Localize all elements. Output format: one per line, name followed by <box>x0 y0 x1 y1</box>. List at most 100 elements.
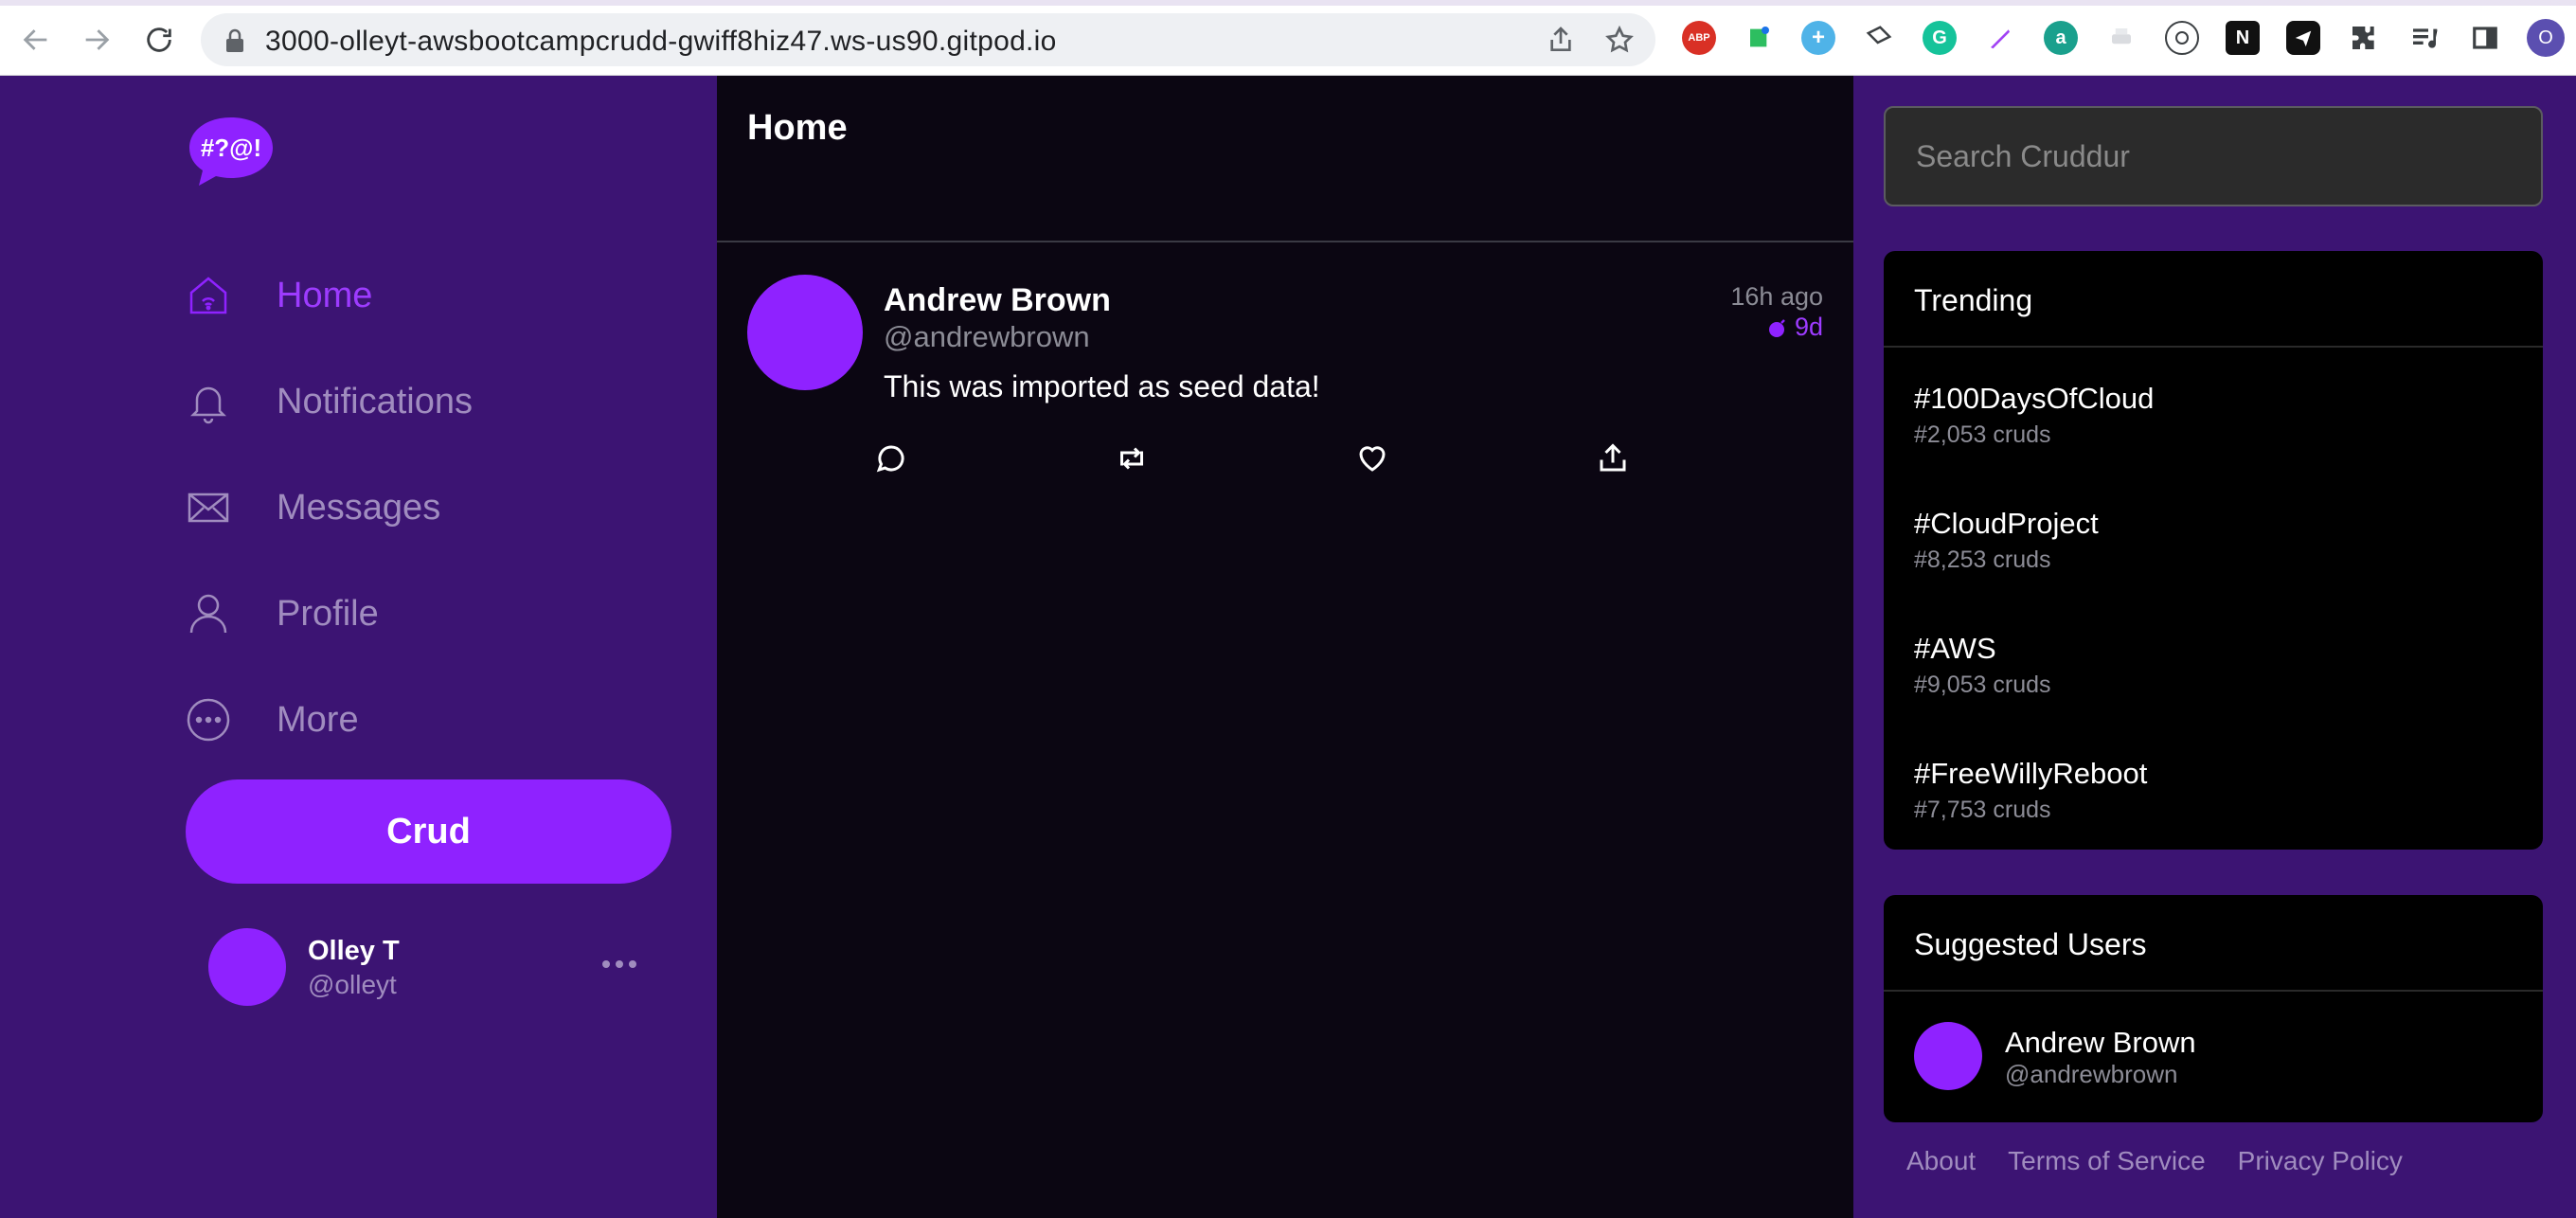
printer-extension-icon[interactable] <box>2104 21 2138 55</box>
side-panel-icon <box>2473 27 2497 49</box>
nav-profile[interactable]: Profile <box>186 583 659 644</box>
post-handle[interactable]: @andrewbrown <box>884 320 1090 354</box>
share-button[interactable] <box>1594 439 1632 477</box>
flower-icon <box>2175 31 2189 45</box>
trend-tag: #AWS <box>1914 632 1996 665</box>
about-link[interactable]: About <box>1906 1146 1976 1176</box>
privacy-link[interactable]: Privacy Policy <box>2238 1146 2403 1176</box>
post-message: This was imported as seed data! <box>884 369 1320 403</box>
envelope-icon <box>188 493 229 523</box>
pen-icon <box>1991 29 2010 49</box>
search-input[interactable] <box>1884 106 2543 206</box>
post-display-name[interactable]: Andrew Brown <box>884 282 1111 319</box>
nav-messages[interactable]: Messages <box>186 477 659 538</box>
a-extension-icon[interactable]: a <box>2044 21 2078 55</box>
pen-extension-icon[interactable] <box>1983 21 2017 55</box>
arrow-left-icon <box>23 29 47 50</box>
more-dots-icon[interactable] <box>599 955 640 974</box>
adblock-extension-icon[interactable]: ABP <box>1682 21 1716 55</box>
paper-plane-icon <box>2295 30 2312 47</box>
nav-messages-label: Messages <box>277 487 441 528</box>
side-panel-button[interactable] <box>2468 21 2502 55</box>
reload-icon <box>147 27 171 52</box>
reply-icon <box>876 445 904 473</box>
reply-button[interactable] <box>872 439 910 477</box>
trend-item[interactable]: #100DaysOfCloud #2,053 cruds <box>1914 382 2501 467</box>
activity-item[interactable]: Andrew Brown @andrewbrown This was impor… <box>717 242 1853 489</box>
url-text: 3000-olleyt-awsbootcampcrudd-gwiff8hiz47… <box>265 26 1057 57</box>
reload-button[interactable] <box>140 21 178 59</box>
share-icon <box>1600 443 1626 472</box>
nav-notifications[interactable]: Notifications <box>186 371 659 432</box>
avatar <box>208 928 286 1006</box>
send-extension-icon[interactable] <box>2286 21 2320 55</box>
trend-item[interactable]: #AWS #9,053 cruds <box>1914 632 2501 717</box>
bell-icon <box>189 386 227 424</box>
logo-text: #?@! <box>201 134 261 162</box>
current-user-handle: @olleyt <box>308 970 397 999</box>
ticket-icon <box>1866 26 1892 45</box>
plus-extension-icon[interactable]: + <box>1801 21 1835 55</box>
nav-profile-label: Profile <box>277 593 379 634</box>
tab-strip-edge <box>0 0 2576 6</box>
bomb-icon <box>1768 318 1785 337</box>
trend-count: #2,053 cruds <box>1914 421 2051 448</box>
repost-button[interactable] <box>1113 439 1151 477</box>
terms-link[interactable]: Terms of Service <box>2008 1146 2206 1176</box>
crud-button[interactable]: Crud <box>186 779 671 884</box>
grammarly-extension-icon[interactable]: G <box>1923 21 1957 55</box>
trending-box: Trending #100DaysOfCloud #2,053 cruds #C… <box>1884 251 2543 850</box>
openai-extension-icon[interactable] <box>2165 21 2199 55</box>
trend-count: #7,753 cruds <box>1914 797 2051 823</box>
left-sidebar: #?@! Home Notifications Messages Profile… <box>0 76 717 1218</box>
trending-title: Trending <box>1884 251 2543 348</box>
media-control-button[interactable] <box>2407 21 2442 55</box>
suggested-user-name: Andrew Brown <box>2005 1026 2196 1059</box>
cruddur-logo[interactable]: #?@! <box>186 114 277 189</box>
notion-extension-icon[interactable]: N <box>2226 21 2260 55</box>
trend-tag: #FreeWillyReboot <box>1914 757 2148 790</box>
current-user-card[interactable]: Olley T @olleyt <box>208 928 653 1008</box>
nav-notifications-label: Notifications <box>277 381 473 421</box>
post-expires-text: 9d <box>1794 313 1823 341</box>
trend-count: #8,253 cruds <box>1914 546 2051 573</box>
browser-toolbar: 3000-olleyt-awsbootcampcrudd-gwiff8hiz47… <box>0 0 2576 76</box>
puzzle-icon <box>2352 27 2374 49</box>
like-button[interactable] <box>1353 439 1391 477</box>
page-title: Home <box>747 108 848 148</box>
arrow-right-icon <box>85 29 110 50</box>
trend-count: #9,053 cruds <box>1914 672 2051 698</box>
printer-icon <box>2112 28 2131 45</box>
playlist-icon <box>2413 28 2438 48</box>
forward-button[interactable] <box>78 21 116 59</box>
suggested-user[interactable]: Andrew Brown @andrewbrown <box>1914 1022 2501 1090</box>
extensions-button[interactable] <box>2347 21 2381 55</box>
back-button[interactable] <box>17 21 55 59</box>
ticket-extension-icon[interactable] <box>1862 21 1896 55</box>
current-user-name: Olley T <box>308 936 400 966</box>
nav-more[interactable]: More <box>186 690 659 750</box>
more-circle-icon <box>187 698 230 742</box>
post-created-time: 16h ago <box>1730 282 1823 311</box>
trend-item[interactable]: #CloudProject #8,253 cruds <box>1914 507 2501 592</box>
share-icon[interactable] <box>1546 25 1576 55</box>
avatar[interactable] <box>747 275 863 390</box>
feed-header: Home <box>717 76 1853 242</box>
trend-tag: #CloudProject <box>1914 507 2099 540</box>
profile-avatar[interactable]: O <box>2527 19 2565 57</box>
post-expires: 9d <box>1766 313 1823 342</box>
nav-home-label: Home <box>277 275 373 315</box>
right-rail: Trending #100DaysOfCloud #2,053 cruds #C… <box>1853 76 2576 1218</box>
address-bar[interactable]: 3000-olleyt-awsbootcampcrudd-gwiff8hiz47… <box>201 13 1655 66</box>
avatar <box>1914 1022 1982 1090</box>
evernote-extension-icon[interactable] <box>1741 21 1775 55</box>
nav-home[interactable]: Home <box>186 265 659 326</box>
evernote-icon <box>1750 27 1769 47</box>
repost-icon <box>1120 447 1143 470</box>
main-feed: Home Andrew Brown @andrewbrown This was … <box>717 76 1853 1218</box>
suggested-user-handle: @andrewbrown <box>2005 1060 2178 1088</box>
trend-item[interactable]: #FreeWillyReboot #7,753 cruds <box>1914 757 2501 842</box>
heart-icon <box>1359 446 1386 472</box>
lock-icon <box>226 28 243 52</box>
star-icon[interactable] <box>1604 25 1635 55</box>
